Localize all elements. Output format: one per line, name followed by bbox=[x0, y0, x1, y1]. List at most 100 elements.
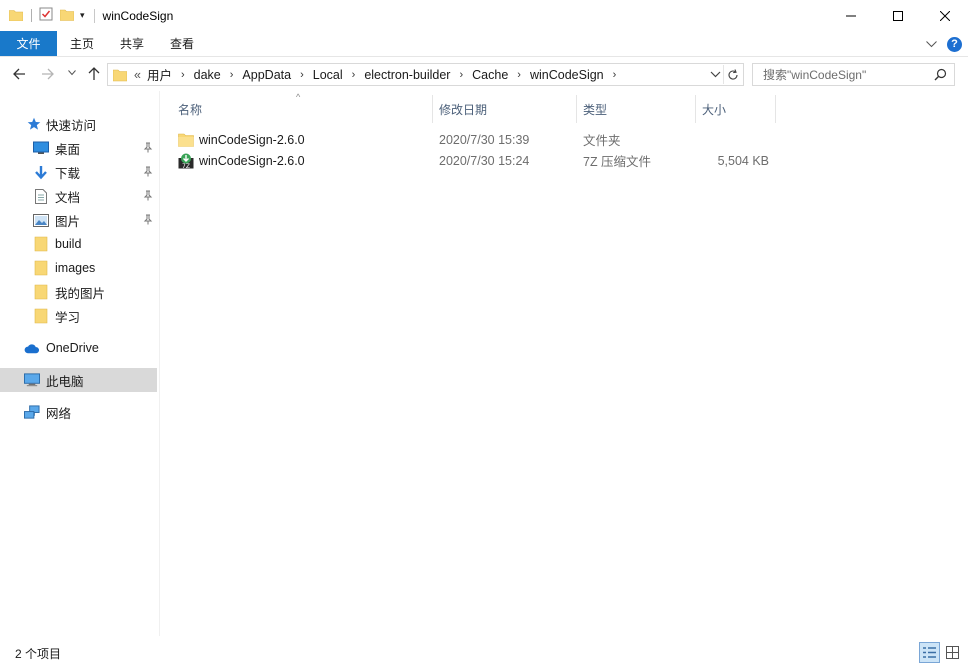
ribbon-tabs: 文件 主页 共享 查看 ? bbox=[0, 31, 968, 57]
nav-item-desktop[interactable]: 桌面 bbox=[0, 136, 157, 160]
pin-icon[interactable] bbox=[143, 142, 153, 156]
nav-item-label: build bbox=[55, 237, 82, 251]
tab-view[interactable]: 查看 bbox=[157, 31, 207, 56]
nav-item-my-pictures[interactable]: 我的图片 bbox=[0, 280, 157, 304]
column-headers: ^ 名称 修改日期 类型 大小 bbox=[162, 92, 782, 123]
nav-item-label: 学习 bbox=[55, 310, 81, 325]
nav-item-images[interactable]: images bbox=[0, 256, 157, 280]
window-title: winCodeSign bbox=[102, 8, 174, 23]
maximize-icon bbox=[892, 10, 903, 21]
pin-icon[interactable] bbox=[143, 214, 153, 228]
navigation-row: « 用户 › dake › AppData › Local › electron… bbox=[0, 58, 968, 91]
nav-item-label: 下载 bbox=[55, 166, 81, 181]
nav-item-network[interactable]: 网络 bbox=[0, 400, 157, 424]
nav-item-this-pc[interactable]: 此电脑 bbox=[0, 368, 157, 392]
arrow-right-icon bbox=[42, 68, 54, 80]
new-folder-icon[interactable] bbox=[59, 8, 75, 24]
arrow-left-icon bbox=[13, 68, 25, 80]
folder-icon bbox=[113, 68, 127, 82]
search-input[interactable]: 搜索"winCodeSign" bbox=[752, 63, 955, 86]
file-type: 文件夹 bbox=[583, 134, 621, 148]
nav-item-label: OneDrive bbox=[46, 341, 99, 355]
nav-item-label: 图片 bbox=[55, 214, 81, 229]
cloud-icon bbox=[24, 340, 40, 356]
column-header-size[interactable]: 大小 bbox=[696, 95, 776, 123]
folder-icon bbox=[178, 132, 194, 148]
column-header-date[interactable]: 修改日期 bbox=[433, 95, 577, 123]
refresh-icon bbox=[728, 68, 738, 80]
refresh-button[interactable] bbox=[723, 65, 741, 84]
up-button[interactable] bbox=[87, 66, 101, 81]
arrow-up-icon bbox=[88, 67, 100, 80]
large-icons-view-icon bbox=[946, 646, 959, 659]
chevron-right-icon[interactable]: › bbox=[175, 69, 191, 81]
close-button[interactable] bbox=[921, 0, 968, 31]
breadcrumb-item[interactable]: winCodeSign bbox=[527, 68, 607, 82]
pictures-icon bbox=[33, 212, 49, 228]
close-icon bbox=[939, 10, 950, 21]
chevron-right-icon[interactable]: › bbox=[346, 69, 362, 81]
tab-home[interactable]: 主页 bbox=[57, 31, 107, 56]
breadcrumb-item[interactable]: 用户 bbox=[144, 65, 175, 84]
chevron-down-icon bbox=[68, 70, 76, 76]
file-size bbox=[695, 129, 769, 150]
nav-item-pictures[interactable]: 图片 bbox=[0, 208, 157, 232]
breadcrumb-item[interactable]: AppData bbox=[239, 68, 294, 82]
chevron-right-icon[interactable]: › bbox=[453, 69, 469, 81]
breadcrumb-item[interactable]: Cache bbox=[469, 68, 511, 82]
details-view-icon bbox=[923, 647, 936, 658]
breadcrumb-overflow[interactable]: « bbox=[131, 68, 144, 82]
properties-icon[interactable] bbox=[39, 7, 60, 24]
tab-share[interactable]: 共享 bbox=[107, 31, 157, 56]
nav-item-documents[interactable]: 文档 bbox=[0, 184, 157, 208]
pin-icon[interactable] bbox=[143, 190, 153, 204]
network-icon bbox=[24, 404, 40, 420]
chevron-right-icon[interactable]: › bbox=[294, 69, 310, 81]
column-header-type[interactable]: 类型 bbox=[577, 95, 696, 123]
customize-toolbar-dropdown[interactable]: ▾ bbox=[80, 11, 85, 20]
chevron-down-icon bbox=[710, 71, 721, 78]
chevron-right-icon[interactable]: › bbox=[607, 69, 623, 81]
recent-locations-button[interactable] bbox=[68, 70, 76, 76]
help-button[interactable]: ? bbox=[947, 36, 962, 52]
nav-item-onedrive[interactable]: OneDrive bbox=[0, 336, 157, 360]
address-bar[interactable]: « 用户 › dake › AppData › Local › electron… bbox=[107, 63, 744, 86]
breadcrumb: « 用户 › dake › AppData › Local › electron… bbox=[131, 64, 622, 85]
desktop-icon bbox=[33, 140, 49, 156]
address-history-dropdown[interactable] bbox=[710, 66, 721, 85]
file-date: 2020/7/30 15:39 bbox=[439, 132, 530, 147]
title-bar: ▾ winCodeSign bbox=[0, 0, 968, 31]
chevron-right-icon[interactable]: › bbox=[511, 69, 527, 81]
nav-item-label: images bbox=[55, 261, 96, 275]
nav-item-quick-access[interactable]: 快速访问 bbox=[0, 112, 157, 136]
maximize-button[interactable] bbox=[874, 0, 921, 31]
navigation-pane: 快速访问 桌面 下载 文档 图片 build images 我的图片 学习 On… bbox=[0, 91, 160, 636]
breadcrumb-item[interactable]: dake bbox=[191, 68, 224, 82]
chevron-right-icon[interactable]: › bbox=[224, 69, 240, 81]
tab-file[interactable]: 文件 bbox=[0, 31, 57, 56]
file-type: 7Z 压缩文件 bbox=[583, 155, 652, 169]
nav-item-label: 此电脑 bbox=[46, 374, 84, 389]
large-icons-view-button[interactable] bbox=[942, 642, 963, 663]
minimize-button[interactable] bbox=[827, 0, 874, 31]
expand-ribbon-button[interactable] bbox=[926, 37, 937, 51]
breadcrumb-item[interactable]: electron-builder bbox=[361, 68, 453, 82]
search-icon[interactable] bbox=[934, 68, 947, 84]
back-button[interactable] bbox=[12, 67, 26, 81]
nav-item-study[interactable]: 学习 bbox=[0, 304, 157, 328]
file-row[interactable]: 7Z winCodeSign-2.6.0 2020/7/30 15:24 7Z … bbox=[162, 150, 782, 171]
nav-item-build[interactable]: build bbox=[0, 232, 157, 256]
forward-button[interactable] bbox=[41, 67, 55, 81]
file-row[interactable]: winCodeSign-2.6.0 2020/7/30 15:39 文件夹 bbox=[162, 129, 782, 150]
details-view-button[interactable] bbox=[919, 642, 940, 663]
nav-item-downloads[interactable]: 下载 bbox=[0, 160, 157, 184]
pin-icon[interactable] bbox=[143, 166, 153, 180]
folder-icon bbox=[33, 284, 49, 300]
column-header-name[interactable]: 名称 bbox=[172, 95, 433, 123]
minimize-icon bbox=[845, 15, 856, 16]
star-icon bbox=[26, 116, 42, 132]
item-count: 2 个项目 bbox=[15, 646, 62, 661]
archive-7z-icon: 7Z bbox=[178, 153, 194, 169]
breadcrumb-item[interactable]: Local bbox=[310, 68, 346, 82]
download-icon bbox=[33, 164, 49, 180]
